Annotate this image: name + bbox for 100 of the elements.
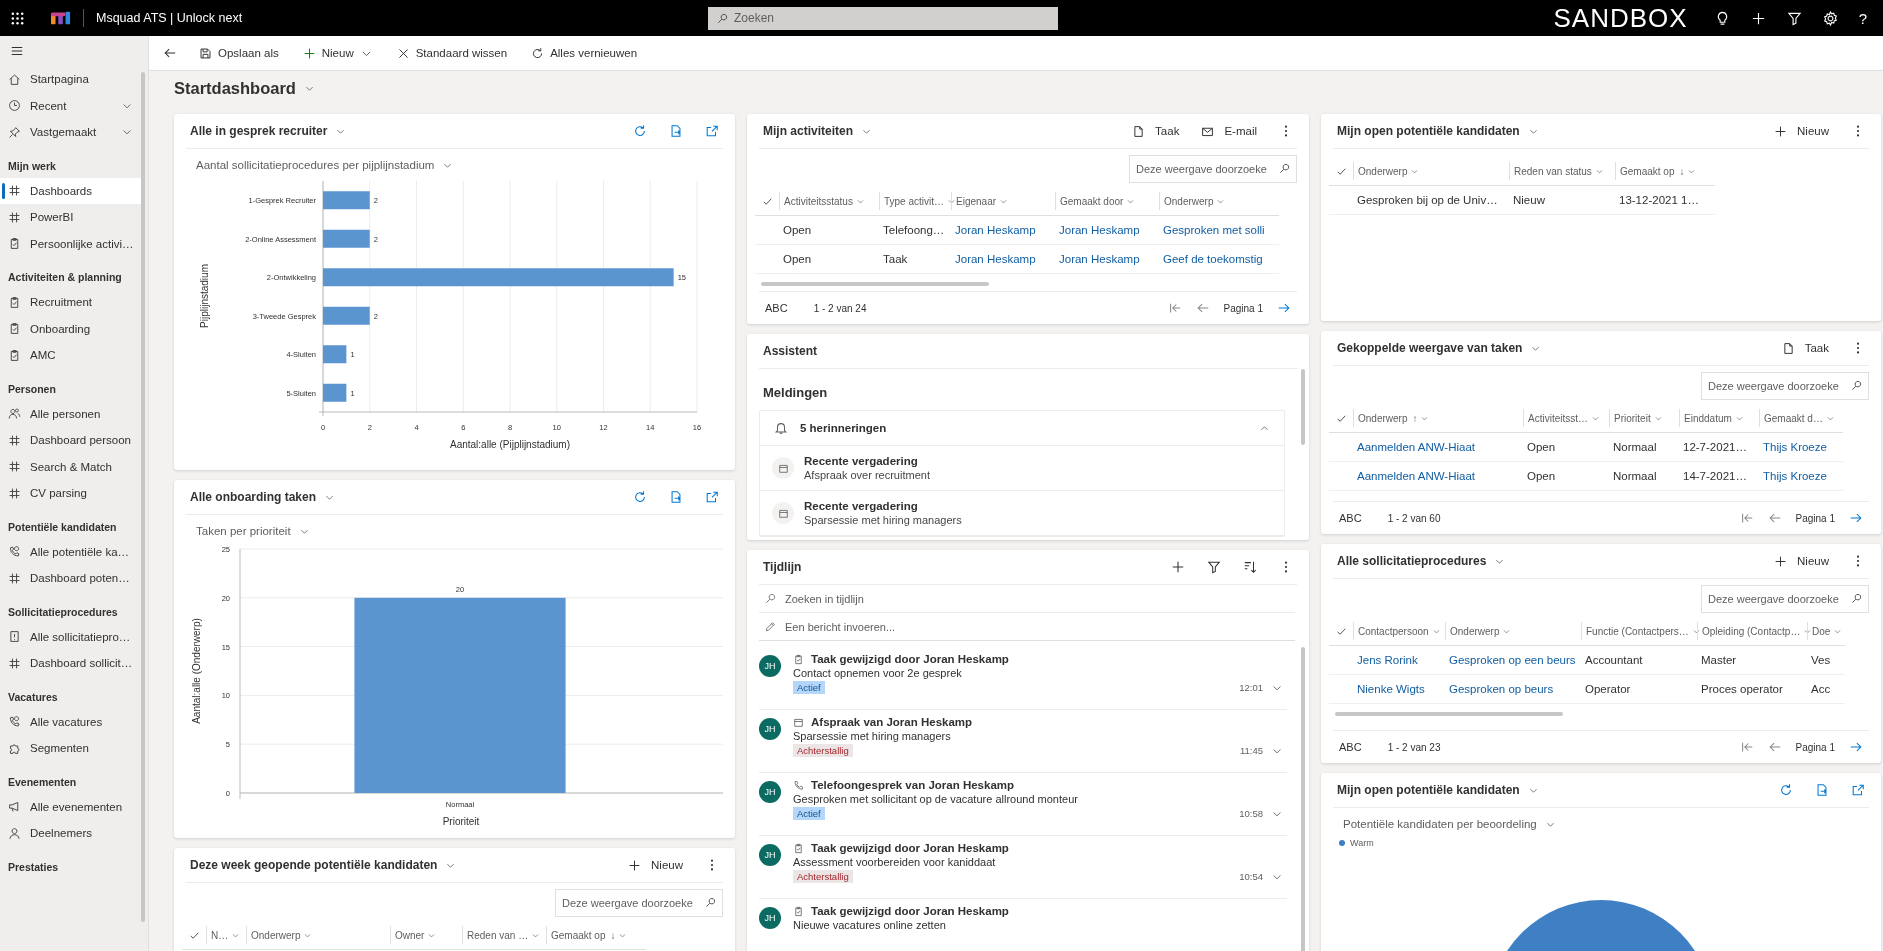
card-title[interactable]: Mijn open potentiële kandidaten [1337,124,1520,138]
sidebar-item[interactable]: PowerBI [0,204,141,231]
search-field[interactable]: Deze weergave doorzoeke [1701,585,1869,613]
scrollbar-thumb[interactable] [1301,647,1305,951]
sidebar-item[interactable]: Alle sollicitatiepro… [0,623,141,650]
search-field[interactable]: Deze weergave doorzoeke [1701,372,1869,400]
card-title[interactable]: Deze week geopende potentiële kandidaten [190,858,438,872]
record-link[interactable]: Nienke Wigts [1357,683,1425,695]
clear-defaults-button[interactable]: Standaard wissen [388,42,516,64]
card-title[interactable]: Mijn open potentiële kandidaten [1337,783,1520,797]
column-header[interactable]: Reden van … [462,926,546,944]
record-link[interactable]: Jens Rorink [1357,654,1418,666]
column-header[interactable]: Activiteitsstatus [779,192,879,210]
save-as-button[interactable]: Opslaan als [191,42,287,64]
previous-arrow-icon[interactable] [1195,301,1210,315]
entry-title[interactable]: Taak gewijzigd door Joran Heskamp [811,653,1009,665]
chart-view-selector[interactable]: Taken per prioriteit [196,525,291,537]
column-header[interactable]: Activiteitsst… [1523,409,1609,427]
card-title[interactable]: Alle onboarding taken [190,490,316,504]
scrollbar-thumb[interactable] [141,72,145,922]
column-header[interactable]: Prioriteit [1609,409,1679,427]
next-arrow-icon[interactable] [1849,740,1863,754]
record-link[interactable]: Joran Heskamp [1059,224,1140,236]
column-header[interactable]: Einddatum [1679,409,1759,427]
export-icon[interactable] [1815,783,1829,797]
new-record-button[interactable]: Nieuw [1774,554,1829,568]
app-name[interactable]: Msquad ATS | Unlock next [96,11,243,25]
record-link[interactable]: Gesproken met solli [1163,224,1265,236]
column-header[interactable]: Onderwerp [1159,192,1279,210]
scrollbar-thumb[interactable] [1335,712,1563,716]
column-header[interactable]: Onderwerp [1353,162,1509,180]
record-link[interactable]: Aanmelden ANW-Hiaat [1357,470,1476,482]
column-header[interactable]: Onderwerp [1445,622,1581,640]
sidebar-item[interactable]: Alle evenementen [0,793,141,820]
sidebar-item[interactable]: Onboarding [0,315,141,342]
record-link[interactable]: Joran Heskamp [1059,253,1140,265]
settings-icon[interactable] [1822,10,1838,26]
column-header[interactable]: Eigenaar [951,192,1055,210]
jump-bar[interactable]: ABC [1339,741,1362,753]
expand-icon[interactable] [705,124,719,138]
column-header[interactable]: Gemaakt door [1055,192,1159,210]
record-link[interactable]: Joran Heskamp [955,224,1036,236]
column-header[interactable]: Contactpersoon [1353,622,1445,640]
export-icon[interactable] [669,124,683,138]
expand-icon[interactable] [1851,783,1865,797]
new-button[interactable]: Nieuw [294,42,381,64]
record-link[interactable]: Aanmelden ANW-Hiaat [1357,441,1476,453]
filter-icon[interactable] [1786,10,1802,26]
card-title[interactable]: Mijn activiteiten [763,124,854,138]
sidebar-item[interactable]: Dashboard poten… [0,565,141,592]
column-header[interactable]: Gemaakt op ↓ [546,926,646,944]
scrollbar-thumb[interactable] [1301,369,1305,445]
menu-icon[interactable] [10,44,24,58]
column-header[interactable]: Doe [1807,622,1845,640]
refresh-icon[interactable] [633,490,647,504]
refresh-icon[interactable] [633,124,647,138]
column-header[interactable]: Gemaakt op ↓ [1615,162,1715,180]
column-header[interactable]: Functie (Contactpers… [1581,622,1697,640]
sidebar-item[interactable]: Search & Match [0,453,141,480]
refresh-icon[interactable] [1779,783,1793,797]
reminder-title[interactable]: Recente vergadering [804,500,962,512]
chart-view-selector[interactable]: Aantal sollicitatieprocedures per pijplijnstadium [196,159,435,171]
column-header[interactable]: Onderwerp ↑ [1353,409,1523,427]
first-page-icon[interactable] [1739,740,1754,754]
page-title[interactable]: Startdashboard [174,78,296,98]
entry-title[interactable]: Taak gewijzigd door Joran Heskamp [811,842,1009,854]
chart-view-selector[interactable]: Potentiële kandidaten per beoordeling [1343,818,1537,830]
export-icon[interactable] [669,490,683,504]
next-arrow-icon[interactable] [1849,511,1863,525]
sidebar-item[interactable]: Startpagina [0,66,141,93]
card-title[interactable]: Alle sollicitatieprocedures [1337,554,1487,568]
new-task-button[interactable]: Taak [1132,124,1180,138]
expand-icon[interactable] [705,490,719,504]
record-link[interactable]: Joran Heskamp [955,253,1036,265]
column-header[interactable]: Onderwerp [246,926,390,944]
sidebar-item[interactable]: Persoonlijke activi… [0,230,141,257]
reminder-group[interactable]: 5 herinneringen [760,411,1284,446]
sidebar-item[interactable]: Deelnemers [0,820,141,847]
search-field[interactable]: Deze weergave doorzoeke [1129,155,1297,183]
entry-title[interactable]: Taak gewijzigd door Joran Heskamp [811,905,1009,917]
jump-bar[interactable]: ABC [765,302,788,314]
record-link[interactable]: Gesproken op beurs [1449,683,1554,695]
record-link[interactable]: Thijs Kroeze [1763,470,1827,482]
sidebar-item[interactable]: Vastgemaakt [0,119,141,146]
app-launcher-icon[interactable] [10,10,25,26]
record-link[interactable]: Geef de toekomstig [1163,253,1263,265]
back-arrow-icon[interactable] [163,46,177,60]
search-field[interactable]: Deze weergave doorzoeke [555,889,723,917]
column-header[interactable]: Opleiding (Contactp… [1697,622,1807,640]
first-page-icon[interactable] [1739,511,1754,525]
card-title[interactable]: Alle in gesprek recruiter [190,124,328,138]
entry-title[interactable]: Telefoongesprek van Joran Heskamp [811,779,1015,791]
legend-label[interactable]: Warm [1350,838,1374,848]
help-button[interactable]: ? [1858,9,1867,27]
sidebar-item[interactable]: Recruitment [0,289,141,316]
search-field[interactable]: Zoeken [708,6,1058,30]
column-header[interactable]: Gemaakt d… [1759,409,1843,427]
entry-title[interactable]: Afspraak van Joran Heskamp [811,716,973,728]
new-task-button[interactable]: Taak [1781,341,1829,355]
column-header[interactable]: Reden van status [1509,162,1615,180]
